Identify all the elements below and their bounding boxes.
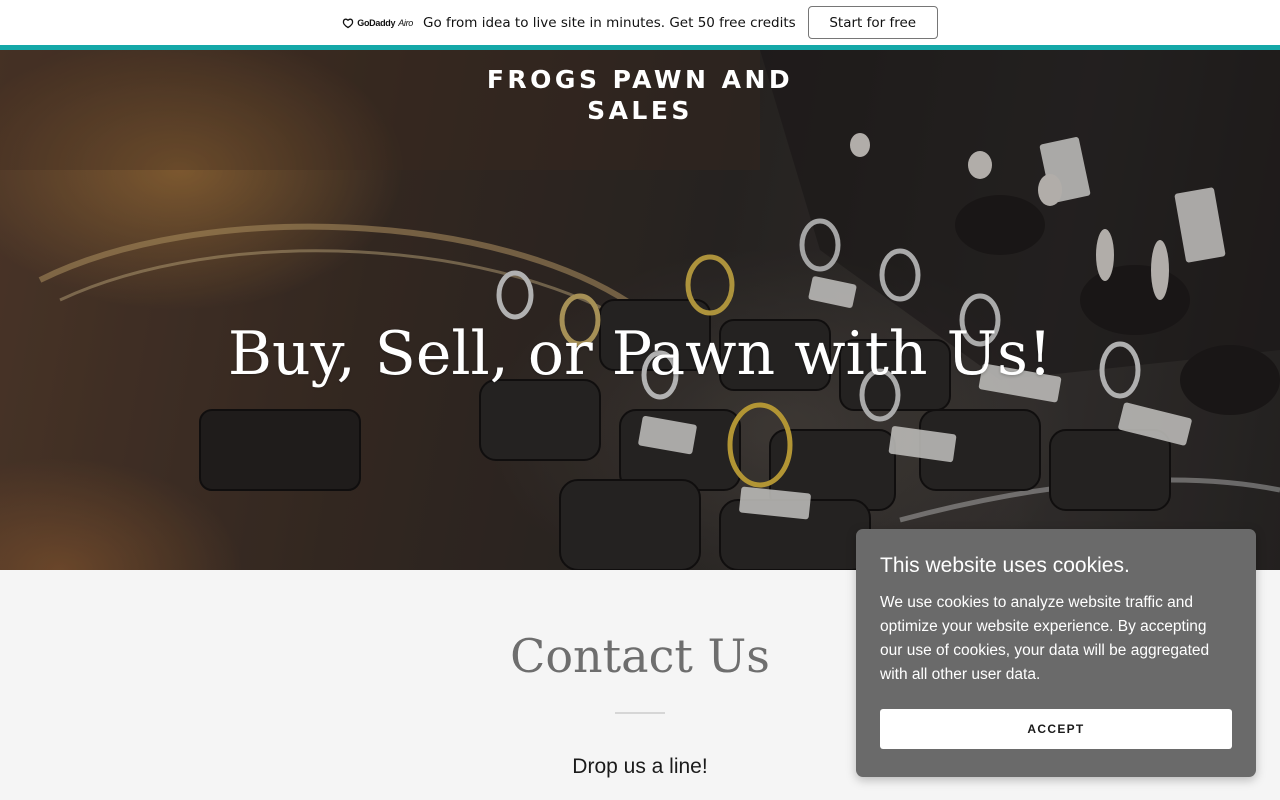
cookie-title: This website uses cookies. [880, 554, 1130, 577]
cookie-body: We use cookies to analyze website traffi… [880, 594, 1210, 683]
accept-cookies-button[interactable]: ACCEPT [880, 709, 1232, 749]
godaddy-airo-logo[interactable]: GoDaddy Airo [342, 17, 413, 29]
section-divider [615, 712, 665, 714]
start-for-free-button[interactable]: Start for free [807, 6, 938, 39]
logo-text: GoDaddy [357, 17, 396, 28]
promo-message: Go from idea to live site in minutes. Ge… [423, 14, 796, 31]
site-brand-name[interactable]: FROGS PAWN AND SALES [440, 64, 840, 126]
logo-suffix: Airo [398, 17, 413, 28]
godaddy-logo-icon [343, 18, 354, 28]
hero-section: FROGS PAWN AND SALES Buy, Sell, or Pawn … [0, 50, 1280, 570]
hero-title: Buy, Sell, or Pawn with Us! [227, 319, 1053, 389]
promo-banner: GoDaddy Airo Go from idea to live site i… [0, 0, 1280, 45]
cookie-consent-dialog: This website uses cookies. We use cookie… [856, 529, 1256, 777]
hero-overlay [0, 50, 1280, 570]
